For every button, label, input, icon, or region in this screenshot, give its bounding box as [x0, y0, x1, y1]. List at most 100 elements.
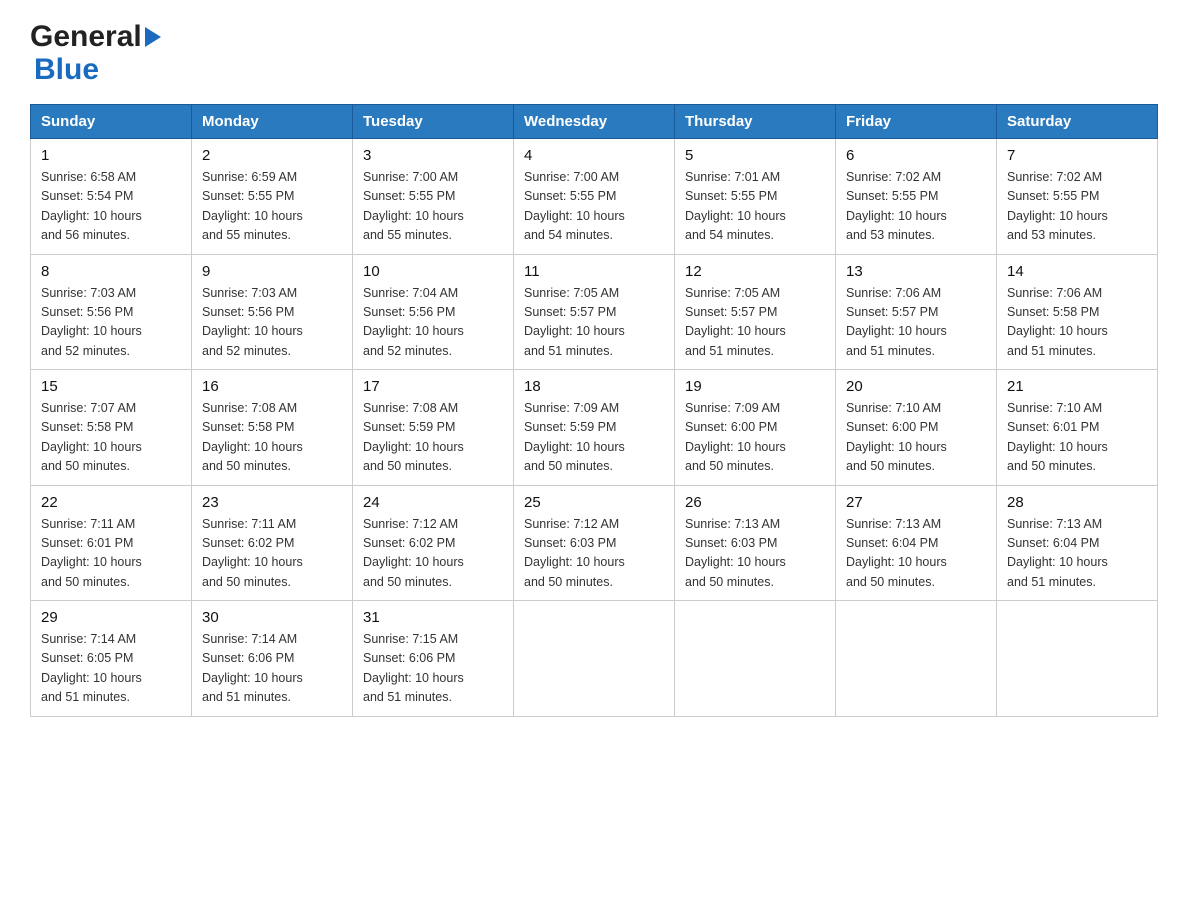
day-info: Sunrise: 7:10 AM Sunset: 6:00 PM Dayligh… — [846, 399, 986, 477]
day-number: 4 — [524, 147, 664, 164]
calendar-cell: 2 Sunrise: 6:59 AM Sunset: 5:55 PM Daylig… — [192, 139, 353, 255]
day-info: Sunrise: 7:05 AM Sunset: 5:57 PM Dayligh… — [685, 284, 825, 362]
day-info: Sunrise: 7:00 AM Sunset: 5:55 PM Dayligh… — [363, 168, 503, 246]
day-info: Sunrise: 7:14 AM Sunset: 6:05 PM Dayligh… — [41, 630, 181, 708]
day-info: Sunrise: 7:11 AM Sunset: 6:01 PM Dayligh… — [41, 515, 181, 593]
calendar-week-row: 1 Sunrise: 6:58 AM Sunset: 5:54 PM Daylig… — [31, 139, 1158, 255]
day-number: 26 — [685, 494, 825, 511]
day-number: 28 — [1007, 494, 1147, 511]
calendar-cell: 24Sunrise: 7:12 AM Sunset: 6:02 PM Dayli… — [353, 485, 514, 601]
day-number: 23 — [202, 494, 342, 511]
calendar-cell — [997, 601, 1158, 717]
calendar-cell: 27 Sunrise: 7:13 AM Sunset: 6:04 PM Dayli… — [836, 485, 997, 601]
calendar-cell: 14 Sunrise: 7:06 AM Sunset: 5:58 PM Dayli… — [997, 254, 1158, 370]
column-header-friday: Friday — [836, 105, 997, 139]
calendar-cell: 9 Sunrise: 7:03 AM Sunset: 5:56 PM Daylig… — [192, 254, 353, 370]
logo-blue: Blue — [34, 53, 99, 86]
day-number: 27 — [846, 494, 986, 511]
day-info: Sunrise: 7:11 AM Sunset: 6:02 PM Dayligh… — [202, 515, 342, 593]
day-number: 3 — [363, 147, 503, 164]
day-number: 17 — [363, 378, 503, 395]
logo-triangle-icon — [145, 27, 161, 47]
day-number: 19 — [685, 378, 825, 395]
day-number: 16 — [202, 378, 342, 395]
day-number: 22 — [41, 494, 181, 511]
logo-combined: General Blue — [30, 20, 162, 86]
column-header-wednesday: Wednesday — [514, 105, 675, 139]
day-number: 10 — [363, 263, 503, 280]
day-number: 29 — [41, 609, 181, 626]
day-info: Sunrise: 7:13 AM Sunset: 6:04 PM Dayligh… — [1007, 515, 1147, 593]
day-info: Sunrise: 7:06 AM Sunset: 5:58 PM Dayligh… — [1007, 284, 1147, 362]
day-info: Sunrise: 7:12 AM Sunset: 6:02 PM Dayligh… — [363, 515, 503, 593]
day-number: 12 — [685, 263, 825, 280]
day-info: Sunrise: 7:01 AM Sunset: 5:55 PM Dayligh… — [685, 168, 825, 246]
day-info: Sunrise: 7:08 AM Sunset: 5:58 PM Dayligh… — [202, 399, 342, 477]
day-info: Sunrise: 7:10 AM Sunset: 6:01 PM Dayligh… — [1007, 399, 1147, 477]
column-header-saturday: Saturday — [997, 105, 1158, 139]
day-info: Sunrise: 7:02 AM Sunset: 5:55 PM Dayligh… — [1007, 168, 1147, 246]
calendar-week-row: 15Sunrise: 7:07 AM Sunset: 5:58 PM Dayli… — [31, 370, 1158, 486]
column-header-monday: Monday — [192, 105, 353, 139]
page-header: General Blue — [30, 20, 1158, 86]
calendar-cell: 30 Sunrise: 7:14 AM Sunset: 6:06 PM Dayli… — [192, 601, 353, 717]
day-info: Sunrise: 7:13 AM Sunset: 6:04 PM Dayligh… — [846, 515, 986, 593]
calendar-week-row: 29 Sunrise: 7:14 AM Sunset: 6:05 PM Dayli… — [31, 601, 1158, 717]
calendar-cell: 18Sunrise: 7:09 AM Sunset: 5:59 PM Dayli… — [514, 370, 675, 486]
day-number: 14 — [1007, 263, 1147, 280]
calendar-cell: 7 Sunrise: 7:02 AM Sunset: 5:55 PM Daylig… — [997, 139, 1158, 255]
calendar-cell: 11 Sunrise: 7:05 AM Sunset: 5:57 PM Dayli… — [514, 254, 675, 370]
day-info: Sunrise: 7:13 AM Sunset: 6:03 PM Dayligh… — [685, 515, 825, 593]
day-number: 2 — [202, 147, 342, 164]
day-info: Sunrise: 7:05 AM Sunset: 5:57 PM Dayligh… — [524, 284, 664, 362]
logo: General Blue — [30, 20, 162, 86]
calendar-cell: 19Sunrise: 7:09 AM Sunset: 6:00 PM Dayli… — [675, 370, 836, 486]
day-number: 11 — [524, 263, 664, 280]
day-info: Sunrise: 7:08 AM Sunset: 5:59 PM Dayligh… — [363, 399, 503, 477]
day-info: Sunrise: 7:14 AM Sunset: 6:06 PM Dayligh… — [202, 630, 342, 708]
day-number: 9 — [202, 263, 342, 280]
day-info: Sunrise: 7:03 AM Sunset: 5:56 PM Dayligh… — [41, 284, 181, 362]
calendar-cell — [836, 601, 997, 717]
calendar-cell: 13Sunrise: 7:06 AM Sunset: 5:57 PM Dayli… — [836, 254, 997, 370]
day-info: Sunrise: 7:12 AM Sunset: 6:03 PM Dayligh… — [524, 515, 664, 593]
day-number: 8 — [41, 263, 181, 280]
day-number: 5 — [685, 147, 825, 164]
column-header-sunday: Sunday — [31, 105, 192, 139]
calendar-week-row: 22 Sunrise: 7:11 AM Sunset: 6:01 PM Dayli… — [31, 485, 1158, 601]
calendar-cell: 10Sunrise: 7:04 AM Sunset: 5:56 PM Dayli… — [353, 254, 514, 370]
calendar-cell: 1 Sunrise: 6:58 AM Sunset: 5:54 PM Daylig… — [31, 139, 192, 255]
day-info: Sunrise: 7:07 AM Sunset: 5:58 PM Dayligh… — [41, 399, 181, 477]
calendar-cell: 3 Sunrise: 7:00 AM Sunset: 5:55 PM Daylig… — [353, 139, 514, 255]
calendar-cell: 16 Sunrise: 7:08 AM Sunset: 5:58 PM Dayli… — [192, 370, 353, 486]
calendar-cell — [675, 601, 836, 717]
day-info: Sunrise: 7:00 AM Sunset: 5:55 PM Dayligh… — [524, 168, 664, 246]
day-number: 13 — [846, 263, 986, 280]
day-number: 1 — [41, 147, 181, 164]
day-number: 30 — [202, 609, 342, 626]
calendar-cell: 12 Sunrise: 7:05 AM Sunset: 5:57 PM Dayli… — [675, 254, 836, 370]
calendar-cell: 25 Sunrise: 7:12 AM Sunset: 6:03 PM Dayli… — [514, 485, 675, 601]
day-number: 25 — [524, 494, 664, 511]
calendar-cell: 17 Sunrise: 7:08 AM Sunset: 5:59 PM Dayli… — [353, 370, 514, 486]
day-number: 7 — [1007, 147, 1147, 164]
calendar-header-row: SundayMondayTuesdayWednesdayThursdayFrid… — [31, 105, 1158, 139]
calendar-cell: 6Sunrise: 7:02 AM Sunset: 5:55 PM Daylig… — [836, 139, 997, 255]
day-number: 31 — [363, 609, 503, 626]
calendar-cell: 21 Sunrise: 7:10 AM Sunset: 6:01 PM Dayli… — [997, 370, 1158, 486]
day-info: Sunrise: 7:15 AM Sunset: 6:06 PM Dayligh… — [363, 630, 503, 708]
calendar-cell: 8 Sunrise: 7:03 AM Sunset: 5:56 PM Daylig… — [31, 254, 192, 370]
day-info: Sunrise: 7:03 AM Sunset: 5:56 PM Dayligh… — [202, 284, 342, 362]
day-info: Sunrise: 6:59 AM Sunset: 5:55 PM Dayligh… — [202, 168, 342, 246]
calendar-cell: 29 Sunrise: 7:14 AM Sunset: 6:05 PM Dayli… — [31, 601, 192, 717]
calendar-cell — [514, 601, 675, 717]
day-info: Sunrise: 6:58 AM Sunset: 5:54 PM Dayligh… — [41, 168, 181, 246]
calendar-cell: 28 Sunrise: 7:13 AM Sunset: 6:04 PM Dayli… — [997, 485, 1158, 601]
day-number: 6 — [846, 147, 986, 164]
day-number: 18 — [524, 378, 664, 395]
logo-general: General — [30, 20, 142, 53]
day-number: 21 — [1007, 378, 1147, 395]
calendar-cell: 26 Sunrise: 7:13 AM Sunset: 6:03 PM Dayli… — [675, 485, 836, 601]
calendar-cell: 5 Sunrise: 7:01 AM Sunset: 5:55 PM Daylig… — [675, 139, 836, 255]
column-header-tuesday: Tuesday — [353, 105, 514, 139]
